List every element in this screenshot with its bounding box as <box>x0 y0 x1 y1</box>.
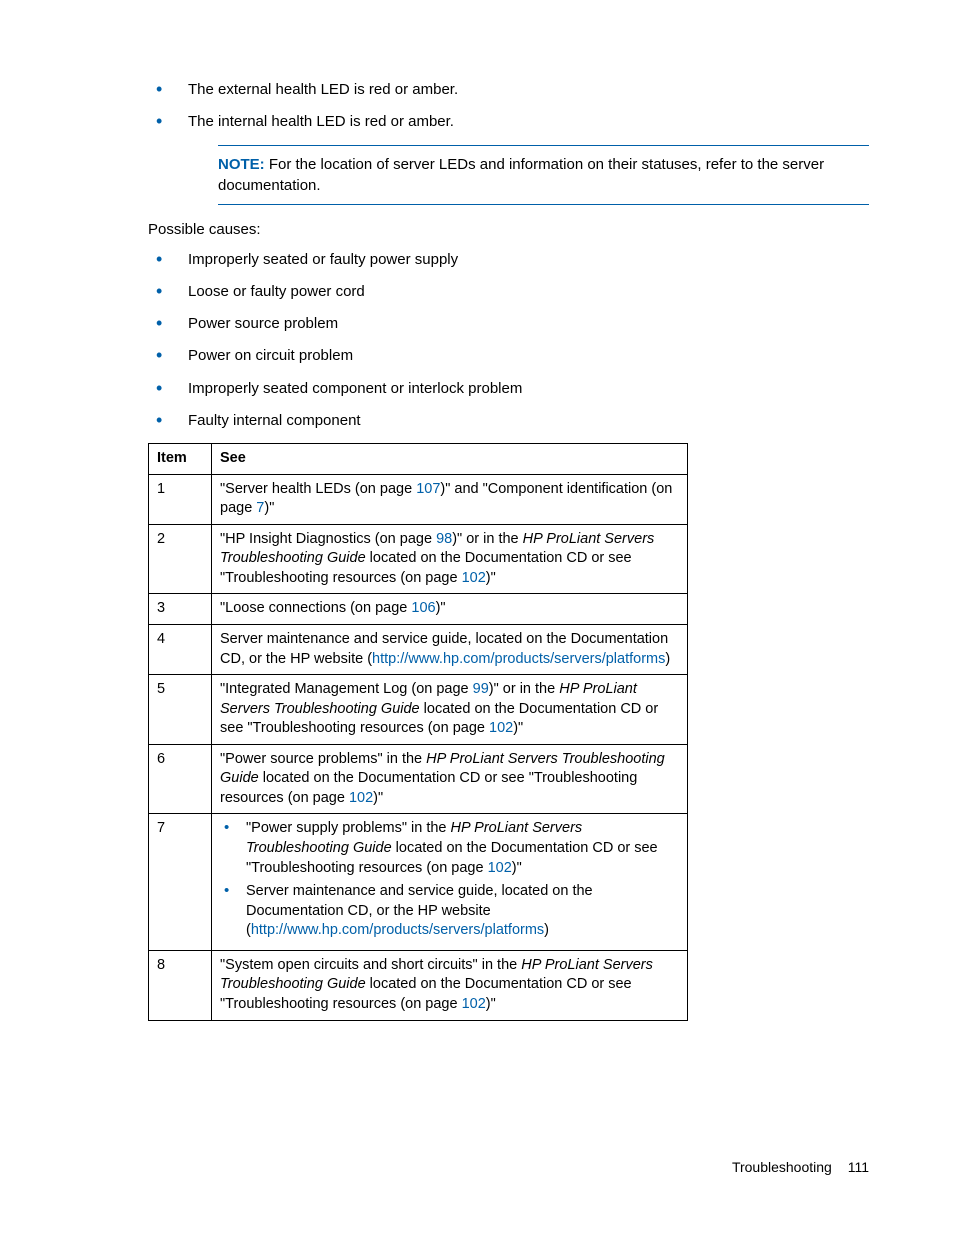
cell-item: 4 <box>149 624 212 674</box>
col-item: Item <box>149 444 212 475</box>
cell-item: 5 <box>149 675 212 745</box>
page-link[interactable]: 102 <box>462 570 486 586</box>
cell-item: 7 <box>149 814 212 950</box>
cell-item: 6 <box>149 744 212 814</box>
cell-item: 1 <box>149 474 212 524</box>
cell-see: "Integrated Management Log (on page 99)"… <box>212 675 688 745</box>
list-item: Power source problem <box>148 314 869 334</box>
footer-section: Troubleshooting <box>732 1159 832 1175</box>
cell-item: 2 <box>149 524 212 594</box>
cell-see: "Loose connections (on page 106)" <box>212 594 688 625</box>
list-item: Improperly seated component or interlock… <box>148 379 869 399</box>
note-box: NOTE: For the location of server LEDs an… <box>218 145 869 205</box>
list-item: Improperly seated or faulty power supply <box>148 250 869 270</box>
table-header-row: Item See <box>149 444 688 475</box>
page-link[interactable]: 102 <box>489 720 513 736</box>
list-item: Loose or faulty power cord <box>148 282 869 302</box>
table-row: 6 "Power source problems" in the HP ProL… <box>149 744 688 814</box>
page-link[interactable]: 99 <box>473 681 489 697</box>
causes-list: Improperly seated or faulty power supply… <box>148 250 869 432</box>
list-item: "Power supply problems" in the HP ProLia… <box>220 819 679 878</box>
cell-item: 8 <box>149 950 212 1020</box>
table-row: 3 "Loose connections (on page 106)" <box>149 594 688 625</box>
page-footer: Troubleshooting 111 <box>732 1159 869 1175</box>
page-link[interactable]: 102 <box>349 790 373 806</box>
note-text: For the location of server LEDs and info… <box>218 156 824 194</box>
cell-see: "HP Insight Diagnostics (on page 98)" or… <box>212 524 688 594</box>
cell-item: 3 <box>149 594 212 625</box>
url-link[interactable]: http://www.hp.com/products/servers/platf… <box>372 651 665 667</box>
url-link[interactable]: http://www.hp.com/products/servers/platf… <box>251 922 544 938</box>
possible-causes-label: Possible causes: <box>148 221 869 238</box>
page-link[interactable]: 102 <box>488 860 512 876</box>
table-row: 1 "Server health LEDs (on page 107)" and… <box>149 474 688 524</box>
cell-see: "Power source problems" in the HP ProLia… <box>212 744 688 814</box>
list-item: Faulty internal component <box>148 411 869 431</box>
table-row: 4 Server maintenance and service guide, … <box>149 624 688 674</box>
page-link[interactable]: 102 <box>462 996 486 1012</box>
table-row: 5 "Integrated Management Log (on page 99… <box>149 675 688 745</box>
table-row: 8 "System open circuits and short circui… <box>149 950 688 1020</box>
reference-table: Item See 1 "Server health LEDs (on page … <box>148 443 688 1021</box>
col-see: See <box>212 444 688 475</box>
list-item: Power on circuit problem <box>148 346 869 366</box>
page-link[interactable]: 106 <box>411 600 435 616</box>
cell-see: "Server health LEDs (on page 107)" and "… <box>212 474 688 524</box>
page-link[interactable]: 107 <box>416 481 440 497</box>
table-row: 2 "HP Insight Diagnostics (on page 98)" … <box>149 524 688 594</box>
cell-see: "System open circuits and short circuits… <box>212 950 688 1020</box>
footer-page-number: 111 <box>848 1159 869 1175</box>
top-bullet-list: The external health LED is red or amber.… <box>148 80 869 133</box>
note-label: NOTE: <box>218 156 265 173</box>
cell-see: Server maintenance and service guide, lo… <box>212 624 688 674</box>
list-item: Server maintenance and service guide, lo… <box>220 882 679 941</box>
page-link[interactable]: 98 <box>436 531 452 547</box>
cell-see: "Power supply problems" in the HP ProLia… <box>212 814 688 950</box>
list-item: The external health LED is red or amber. <box>148 80 869 100</box>
table-row: 7 "Power supply problems" in the HP ProL… <box>149 814 688 950</box>
list-item: The internal health LED is red or amber. <box>148 112 869 132</box>
